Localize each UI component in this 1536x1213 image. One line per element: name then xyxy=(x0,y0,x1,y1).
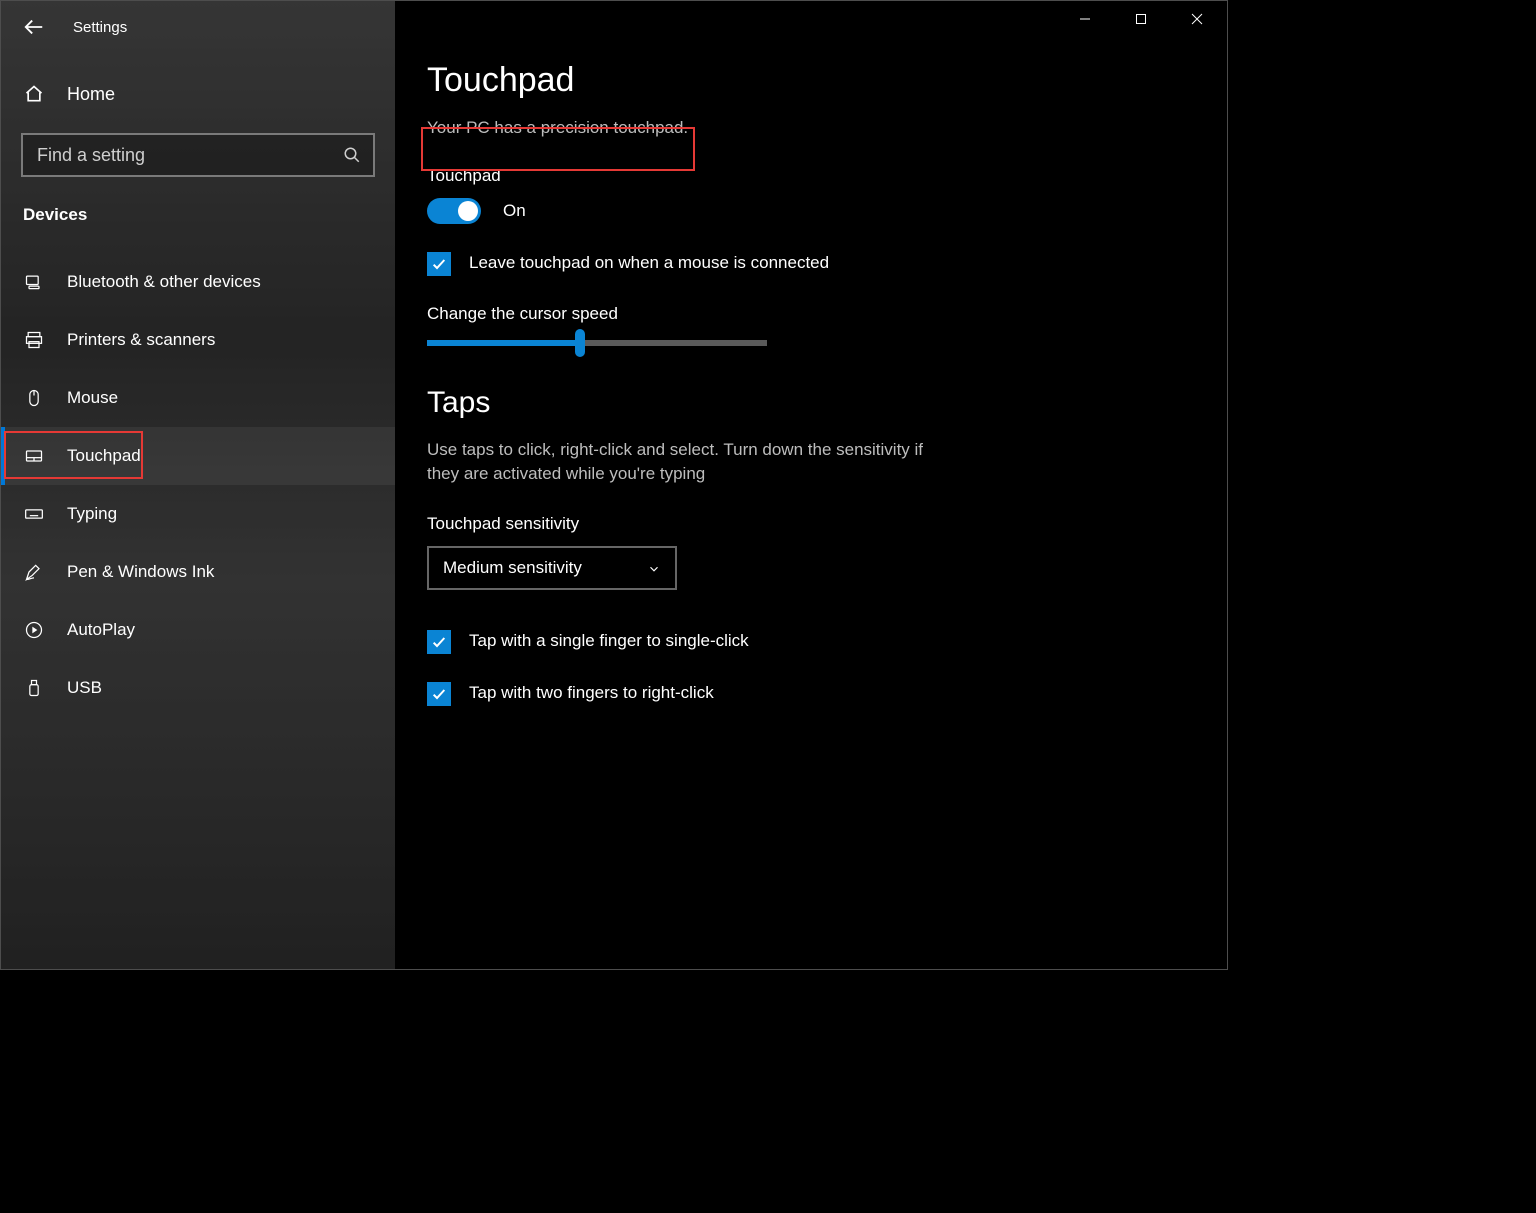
autoplay-icon xyxy=(23,619,45,641)
leave-on-label: Leave touchpad on when a mouse is connec… xyxy=(469,252,829,274)
sidebar-item-bluetooth[interactable]: Bluetooth & other devices xyxy=(1,253,395,311)
tap-single-checkbox[interactable] xyxy=(427,630,451,654)
chevron-down-icon xyxy=(647,561,661,575)
sidebar-item-pen[interactable]: Pen & Windows Ink xyxy=(1,543,395,601)
sensitivity-dropdown[interactable]: Medium sensitivity xyxy=(427,546,677,590)
sidebar-item-label: Mouse xyxy=(67,388,118,408)
settings-window: Settings Home Devices Bluetooth & other … xyxy=(0,0,1228,970)
slider-thumb[interactable] xyxy=(575,329,585,357)
main-panel: Touchpad Your PC has a precision touchpa… xyxy=(395,1,1227,969)
sidebar-item-mouse[interactable]: Mouse xyxy=(1,369,395,427)
sidebar-item-label: Typing xyxy=(67,504,117,524)
sidebar-item-autoplay[interactable]: AutoPlay xyxy=(1,601,395,659)
toggle-state-text: On xyxy=(503,201,526,221)
touchpad-toggle-label: Touchpad xyxy=(427,166,1177,186)
pen-icon xyxy=(23,561,45,583)
bluetooth-devices-icon xyxy=(23,271,45,293)
touchpad-toggle[interactable] xyxy=(427,198,481,224)
usb-icon xyxy=(23,677,45,699)
tap-single-label: Tap with a single finger to single-click xyxy=(469,630,749,652)
sidebar-item-label: Printers & scanners xyxy=(67,330,215,350)
touchpad-icon xyxy=(23,445,45,467)
page-title: Touchpad xyxy=(427,61,1177,100)
keyboard-icon xyxy=(23,503,45,525)
home-label: Home xyxy=(67,84,115,105)
sidebar-group-label: Devices xyxy=(1,205,395,225)
sidebar-item-touchpad[interactable]: Touchpad xyxy=(1,427,395,485)
search-wrap xyxy=(21,133,375,177)
sidebar-item-label: USB xyxy=(67,678,102,698)
slider-fill xyxy=(427,340,580,346)
home-icon xyxy=(23,83,45,105)
settings-sidebar: Settings Home Devices Bluetooth & other … xyxy=(1,1,395,969)
sidebar-home[interactable]: Home xyxy=(1,73,395,115)
sidebar-item-usb[interactable]: USB xyxy=(1,659,395,717)
precision-text: Your PC has a precision touchpad. xyxy=(427,118,1177,138)
window-title: Settings xyxy=(73,19,127,36)
leave-on-checkbox[interactable] xyxy=(427,252,451,276)
search-input[interactable] xyxy=(21,133,375,177)
taps-heading: Taps xyxy=(427,386,1177,420)
window-controls xyxy=(1057,1,1225,37)
mouse-icon xyxy=(23,387,45,409)
tap-two-label: Tap with two fingers to right-click xyxy=(469,682,714,704)
maximize-button[interactable] xyxy=(1113,1,1169,37)
minimize-button[interactable] xyxy=(1057,1,1113,37)
back-button[interactable] xyxy=(23,16,45,38)
sidebar-item-label: Bluetooth & other devices xyxy=(67,272,261,292)
cursor-speed-label: Change the cursor speed xyxy=(427,304,1177,324)
sidebar-item-label: Touchpad xyxy=(67,446,141,466)
sensitivity-value: Medium sensitivity xyxy=(443,558,582,578)
taps-description: Use taps to click, right-click and selec… xyxy=(427,438,957,486)
printer-icon xyxy=(23,329,45,351)
sidebar-item-label: Pen & Windows Ink xyxy=(67,562,214,582)
sensitivity-label: Touchpad sensitivity xyxy=(427,514,1177,534)
sidebar-item-typing[interactable]: Typing xyxy=(1,485,395,543)
cursor-speed-slider[interactable] xyxy=(427,340,767,346)
sidebar-item-printers[interactable]: Printers & scanners xyxy=(1,311,395,369)
close-button[interactable] xyxy=(1169,1,1225,37)
tap-two-checkbox[interactable] xyxy=(427,682,451,706)
sidebar-item-label: AutoPlay xyxy=(67,620,135,640)
